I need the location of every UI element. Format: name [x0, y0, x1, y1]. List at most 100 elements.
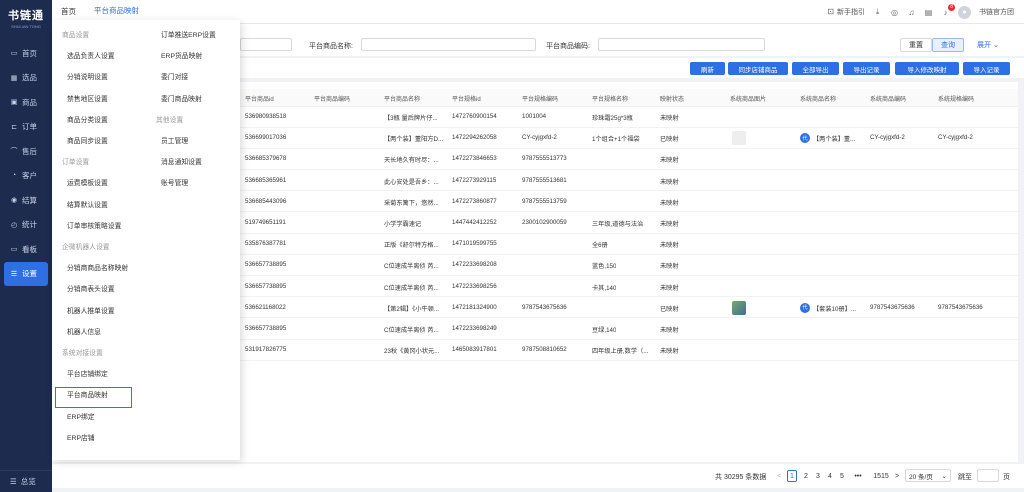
sidebar-item-label: 客户 — [22, 171, 37, 181]
menu-item[interactable]: ERP绑定 — [67, 411, 95, 421]
cell-sid: 1472273846653 — [452, 155, 497, 163]
sidebar-item-7[interactable]: ◴ 统计 — [0, 213, 52, 238]
sidebar-item-overview[interactable]: ☰ 总览 — [0, 470, 52, 492]
refresh-label: 刷新 — [701, 66, 714, 74]
menu-item[interactable]: 结算默认设置 — [67, 199, 108, 209]
menu-item[interactable]: ERP店铺 — [67, 432, 95, 442]
guide-link[interactable]: ⊡ 新手指引 — [826, 7, 865, 17]
platform-code-input[interactable] — [598, 38, 765, 51]
sidebar-item-1[interactable]: ▦ 选品 — [0, 66, 52, 91]
cell-pid: 535876387781 — [245, 240, 287, 248]
eye-icon[interactable]: ◎ — [890, 8, 899, 17]
cell-scode: 2300102900059 — [522, 219, 567, 226]
menu-item[interactable]: 商品同步设置 — [67, 135, 108, 145]
sidebar-item-6[interactable]: ◉ 结算 — [0, 188, 52, 213]
menu-section-title: 系统对接设置 — [62, 350, 103, 357]
page-button[interactable]: 5 — [837, 470, 847, 482]
filter-input-1[interactable] — [240, 38, 292, 51]
menu-item[interactable]: 委门商品映射 — [161, 93, 202, 103]
next-page-button[interactable]: > — [892, 470, 902, 482]
sidebar-item-5[interactable]: ◔ 客户 — [0, 164, 52, 189]
cell-pid: 536699017036 — [245, 134, 287, 142]
menu-item[interactable]: 禁售地区设置 — [67, 93, 108, 103]
sync-store-products-button[interactable]: 同步店铺商品 — [728, 62, 788, 75]
page-button[interactable]: 2 — [801, 470, 811, 482]
refresh-button[interactable]: 刷新 — [690, 62, 725, 75]
cell-syscode: 9787543675636 — [870, 303, 915, 311]
sidebar-item-0[interactable]: ▭ 首页 — [0, 41, 52, 66]
cell-sname: 四年级上册,数学（... — [592, 348, 649, 356]
jump-label: 跳至 — [958, 474, 972, 481]
menu-item[interactable]: 运费模板设置 — [67, 177, 108, 187]
reset-button[interactable]: 重置 — [900, 38, 932, 52]
export-all-button[interactable]: 全部导出 — [792, 62, 839, 75]
menu-item[interactable]: 订单审核策略设置 — [67, 220, 121, 230]
document-icon[interactable]: ▤ — [924, 8, 933, 17]
menu-item[interactable]: 商品分类设置 — [67, 114, 108, 124]
agent-badge-icon: 代 — [800, 133, 810, 144]
page-button[interactable]: ••• — [853, 470, 863, 482]
chevron-down-icon: ⌄ — [992, 42, 999, 49]
dashboard-icon: ▭ — [10, 246, 18, 254]
sidebar-item-label: 统计 — [22, 220, 37, 230]
menu-item[interactable]: 账号管理 — [161, 177, 188, 187]
settings-icon: ☰ — [10, 270, 18, 278]
menu-item[interactable]: ERP货品映射 — [161, 50, 202, 60]
user-icon: ◔ — [11, 172, 17, 180]
menu-item[interactable]: 订单推送ERP设置 — [161, 29, 216, 39]
cell-status: 未映射 — [660, 242, 679, 250]
page-button[interactable]: 1 — [787, 470, 797, 482]
sidebar-item-2[interactable]: ▣ 商品 — [0, 90, 52, 115]
user-name[interactable]: 书链官方团 — [979, 7, 1014, 17]
menu-item[interactable]: 消息通知设置 — [161, 156, 202, 166]
expand-toggle[interactable]: 展开 ⌄ — [977, 40, 999, 50]
product-thumbnail[interactable] — [732, 300, 746, 315]
menu-item[interactable]: 机器人推单设置 — [67, 305, 115, 315]
product-thumbnail[interactable] — [732, 131, 746, 146]
page-button[interactable]: 3 — [813, 470, 823, 482]
headset-icon[interactable]: ♫ — [907, 8, 916, 17]
sidebar-item-9[interactable]: ☰ 设置 — [4, 261, 48, 286]
export-records-button[interactable]: 导出记录 — [843, 62, 890, 75]
sidebar-item-3[interactable]: ⊏ 订单 — [0, 115, 52, 140]
guide-label: 新手指引 — [837, 9, 865, 16]
menu-item[interactable]: 平台店铺绑定 — [67, 368, 108, 378]
sidebar-item-label: 售后 — [22, 146, 37, 156]
menu-item[interactable]: 选品负责人设置 — [67, 50, 115, 60]
menu-item[interactable]: 员工管理 — [161, 135, 188, 145]
import-records-button[interactable]: 导入记录 — [963, 62, 1010, 75]
menu-item[interactable]: 分销商表头设置 — [67, 283, 115, 293]
menu-item[interactable]: 分销说明设置 — [67, 71, 108, 81]
cell-sid: 1472760900154 — [452, 113, 497, 120]
menu-item[interactable]: 分销商商品名称映射 — [67, 262, 128, 272]
cell-name: 【两个装】董阳方D... — [384, 136, 444, 144]
platform-name-input[interactable] — [361, 38, 536, 51]
prev-page-button[interactable]: < — [774, 470, 784, 482]
query-button[interactable]: 查询 — [932, 38, 964, 52]
cell-scode: 1001004 — [522, 113, 547, 120]
page-button[interactable]: 4 — [825, 470, 835, 482]
app-logo[interactable]: 书链通 SHULIAN TONG — [0, 0, 52, 36]
jump-input[interactable] — [977, 469, 999, 482]
cell-status: 未映射 — [660, 157, 679, 165]
cell-sid: 1471019599755 — [452, 240, 497, 248]
menu-item[interactable]: 委门对接 — [161, 71, 188, 81]
column-header: 平台规格id — [452, 97, 481, 103]
menu-section-title: 订单设置 — [62, 159, 90, 167]
sidebar-item-8[interactable]: ▭ 看板 — [0, 237, 52, 262]
reset-label: 重置 — [909, 42, 923, 49]
column-header: 系统规格编码 — [938, 97, 975, 103]
bell-icon[interactable]: ♪ 8 — [941, 3, 955, 17]
import-mapping-button[interactable]: 导入修改映射 — [895, 62, 959, 75]
sidebar-item-label: 结算 — [22, 195, 37, 205]
avatar[interactable]: ● — [958, 5, 971, 19]
download-icon[interactable]: ⤓ — [873, 7, 882, 17]
sidebar-item-4[interactable]: ⌒ 售后 — [0, 139, 52, 164]
coin-icon: ◉ — [10, 197, 18, 205]
cell-pid: 519749651191 — [245, 219, 286, 226]
page-size-select[interactable]: 20 条/页 ⌄ — [905, 469, 951, 482]
page-button[interactable]: 1515 — [872, 470, 890, 482]
cell-sid: 1472273860877 — [452, 197, 497, 205]
cell-sname: 1个组合+1个福袋 — [592, 136, 640, 144]
menu-item[interactable]: 机器人信息 — [67, 326, 101, 336]
